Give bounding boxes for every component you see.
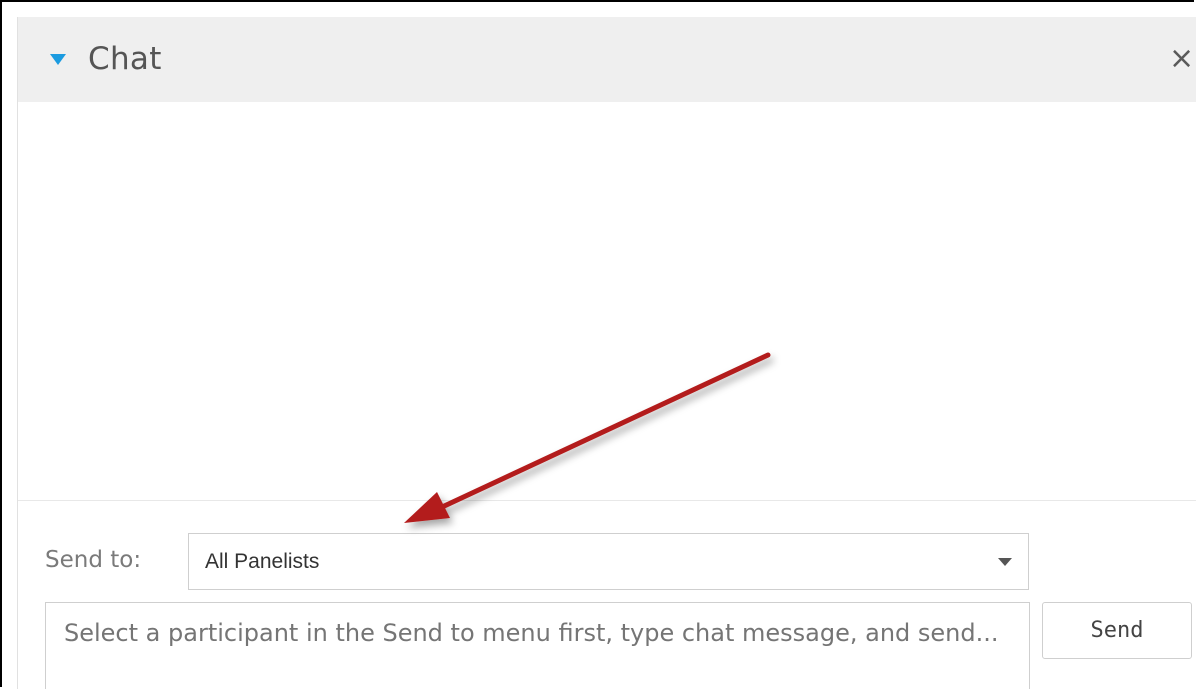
chat-compose-area: Send to: All Panelists Send: [18, 500, 1196, 689]
chat-panel: Chat × Send to: All Panelists Send: [17, 17, 1196, 689]
chevron-down-icon[interactable]: [998, 558, 1012, 566]
chat-message-input[interactable]: [45, 602, 1030, 689]
send-to-label: Send to:: [45, 547, 142, 573]
send-button[interactable]: Send: [1042, 602, 1192, 659]
chat-title: Chat: [88, 41, 162, 77]
close-icon[interactable]: ×: [1169, 41, 1194, 77]
send-to-dropdown[interactable]: All Panelists: [188, 533, 1029, 590]
send-to-selected-value: All Panelists: [205, 550, 320, 573]
chat-message-area: [18, 102, 1196, 500]
collapse-triangle-icon[interactable]: [50, 54, 66, 65]
chat-header: Chat ×: [18, 17, 1196, 102]
